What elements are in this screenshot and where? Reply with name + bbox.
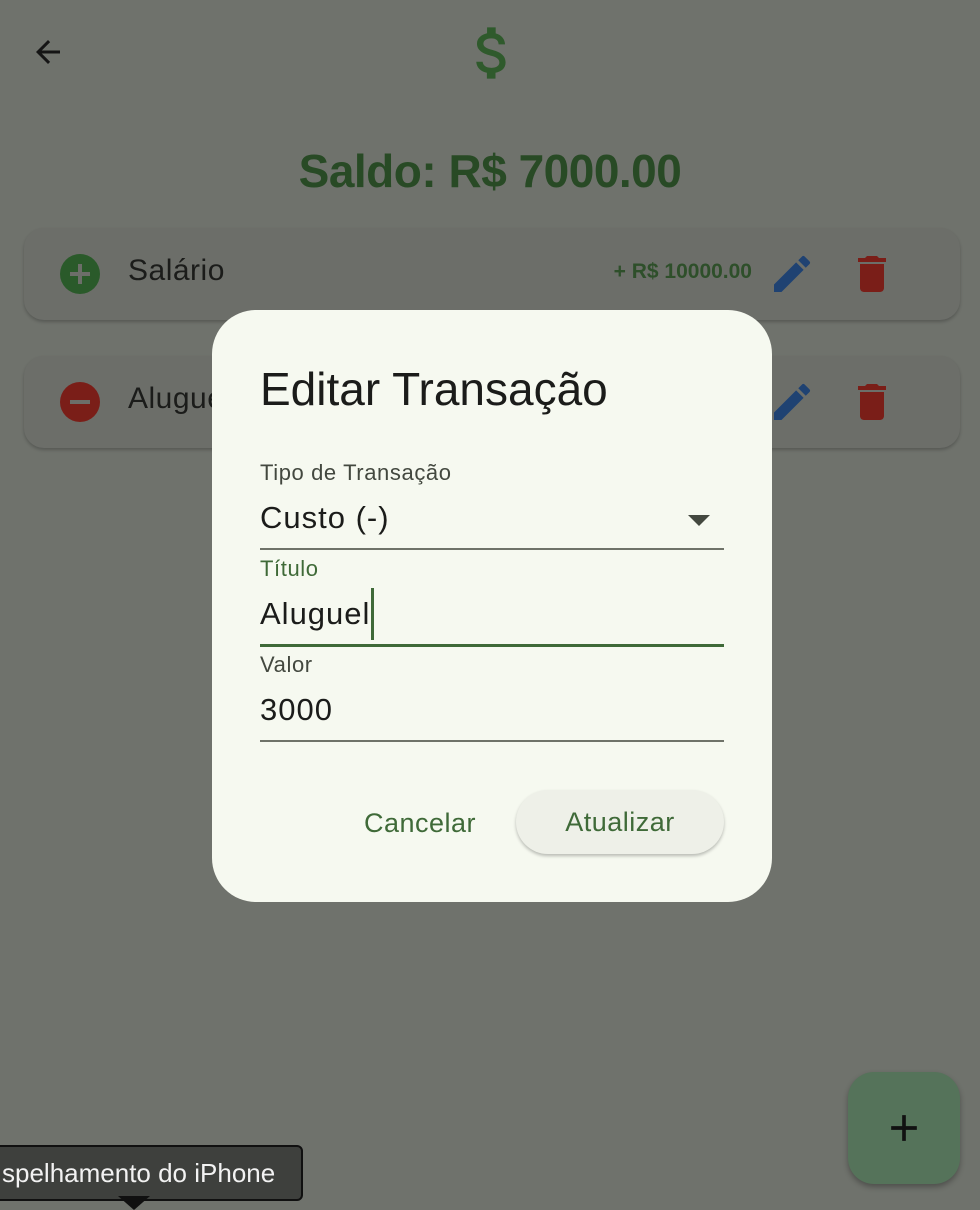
input-text: Aluguel [260, 596, 371, 631]
minus-circle-icon [60, 382, 100, 422]
edit-button[interactable] [768, 250, 816, 298]
field-label: Valor [260, 652, 313, 677]
text-caret [371, 588, 375, 640]
balance-total: Saldo: R$ 7000.00 [298, 145, 682, 197]
transaction-title: Salário [128, 254, 225, 287]
transaction-amount: + R$ 10000.00 [613, 260, 752, 283]
pencil-icon [774, 383, 811, 420]
dialog-title: Editar Transação [260, 363, 608, 415]
title-input[interactable]: Título Aluguel [260, 556, 724, 647]
transaction-type-dropdown[interactable]: Tipo de Transação Custo (-) [260, 460, 724, 550]
field-label: Tipo de Transação [260, 460, 452, 485]
plus-circle-icon [60, 254, 100, 294]
tooltip: spelhamento do iPhone [0, 1145, 304, 1201]
tooltip-tail [118, 1196, 150, 1210]
edit-transaction-dialog: Editar Transação Tipo de Transação Custo… [212, 310, 772, 902]
delete-button[interactable] [848, 250, 896, 298]
transaction-card[interactable]: Salário + R$ 10000.00 [24, 228, 960, 320]
field-underline [260, 644, 724, 647]
field-value: Custo (-) [260, 500, 390, 535]
field-underline [260, 740, 724, 742]
value-input[interactable]: Valor 3000 [260, 652, 724, 742]
pencil-icon [774, 255, 811, 292]
trash-icon [858, 256, 886, 292]
plus-icon [891, 1115, 917, 1141]
field-label: Título [260, 556, 319, 581]
dollar-icon [460, 18, 520, 88]
update-button[interactable]: Atualizar [516, 790, 724, 854]
dropdown-arrow-icon[interactable] [688, 515, 710, 526]
edit-button[interactable] [768, 378, 816, 426]
add-transaction-button[interactable] [848, 1072, 960, 1184]
delete-button[interactable] [848, 378, 896, 426]
cancel-button[interactable]: Cancelar [352, 792, 488, 854]
trash-icon [858, 384, 886, 420]
field-underline [260, 548, 724, 550]
arrow-back-icon [36, 40, 60, 64]
back-button[interactable] [22, 28, 74, 76]
field-value[interactable]: 3000 [260, 688, 724, 732]
field-value[interactable]: Aluguel [260, 588, 724, 640]
